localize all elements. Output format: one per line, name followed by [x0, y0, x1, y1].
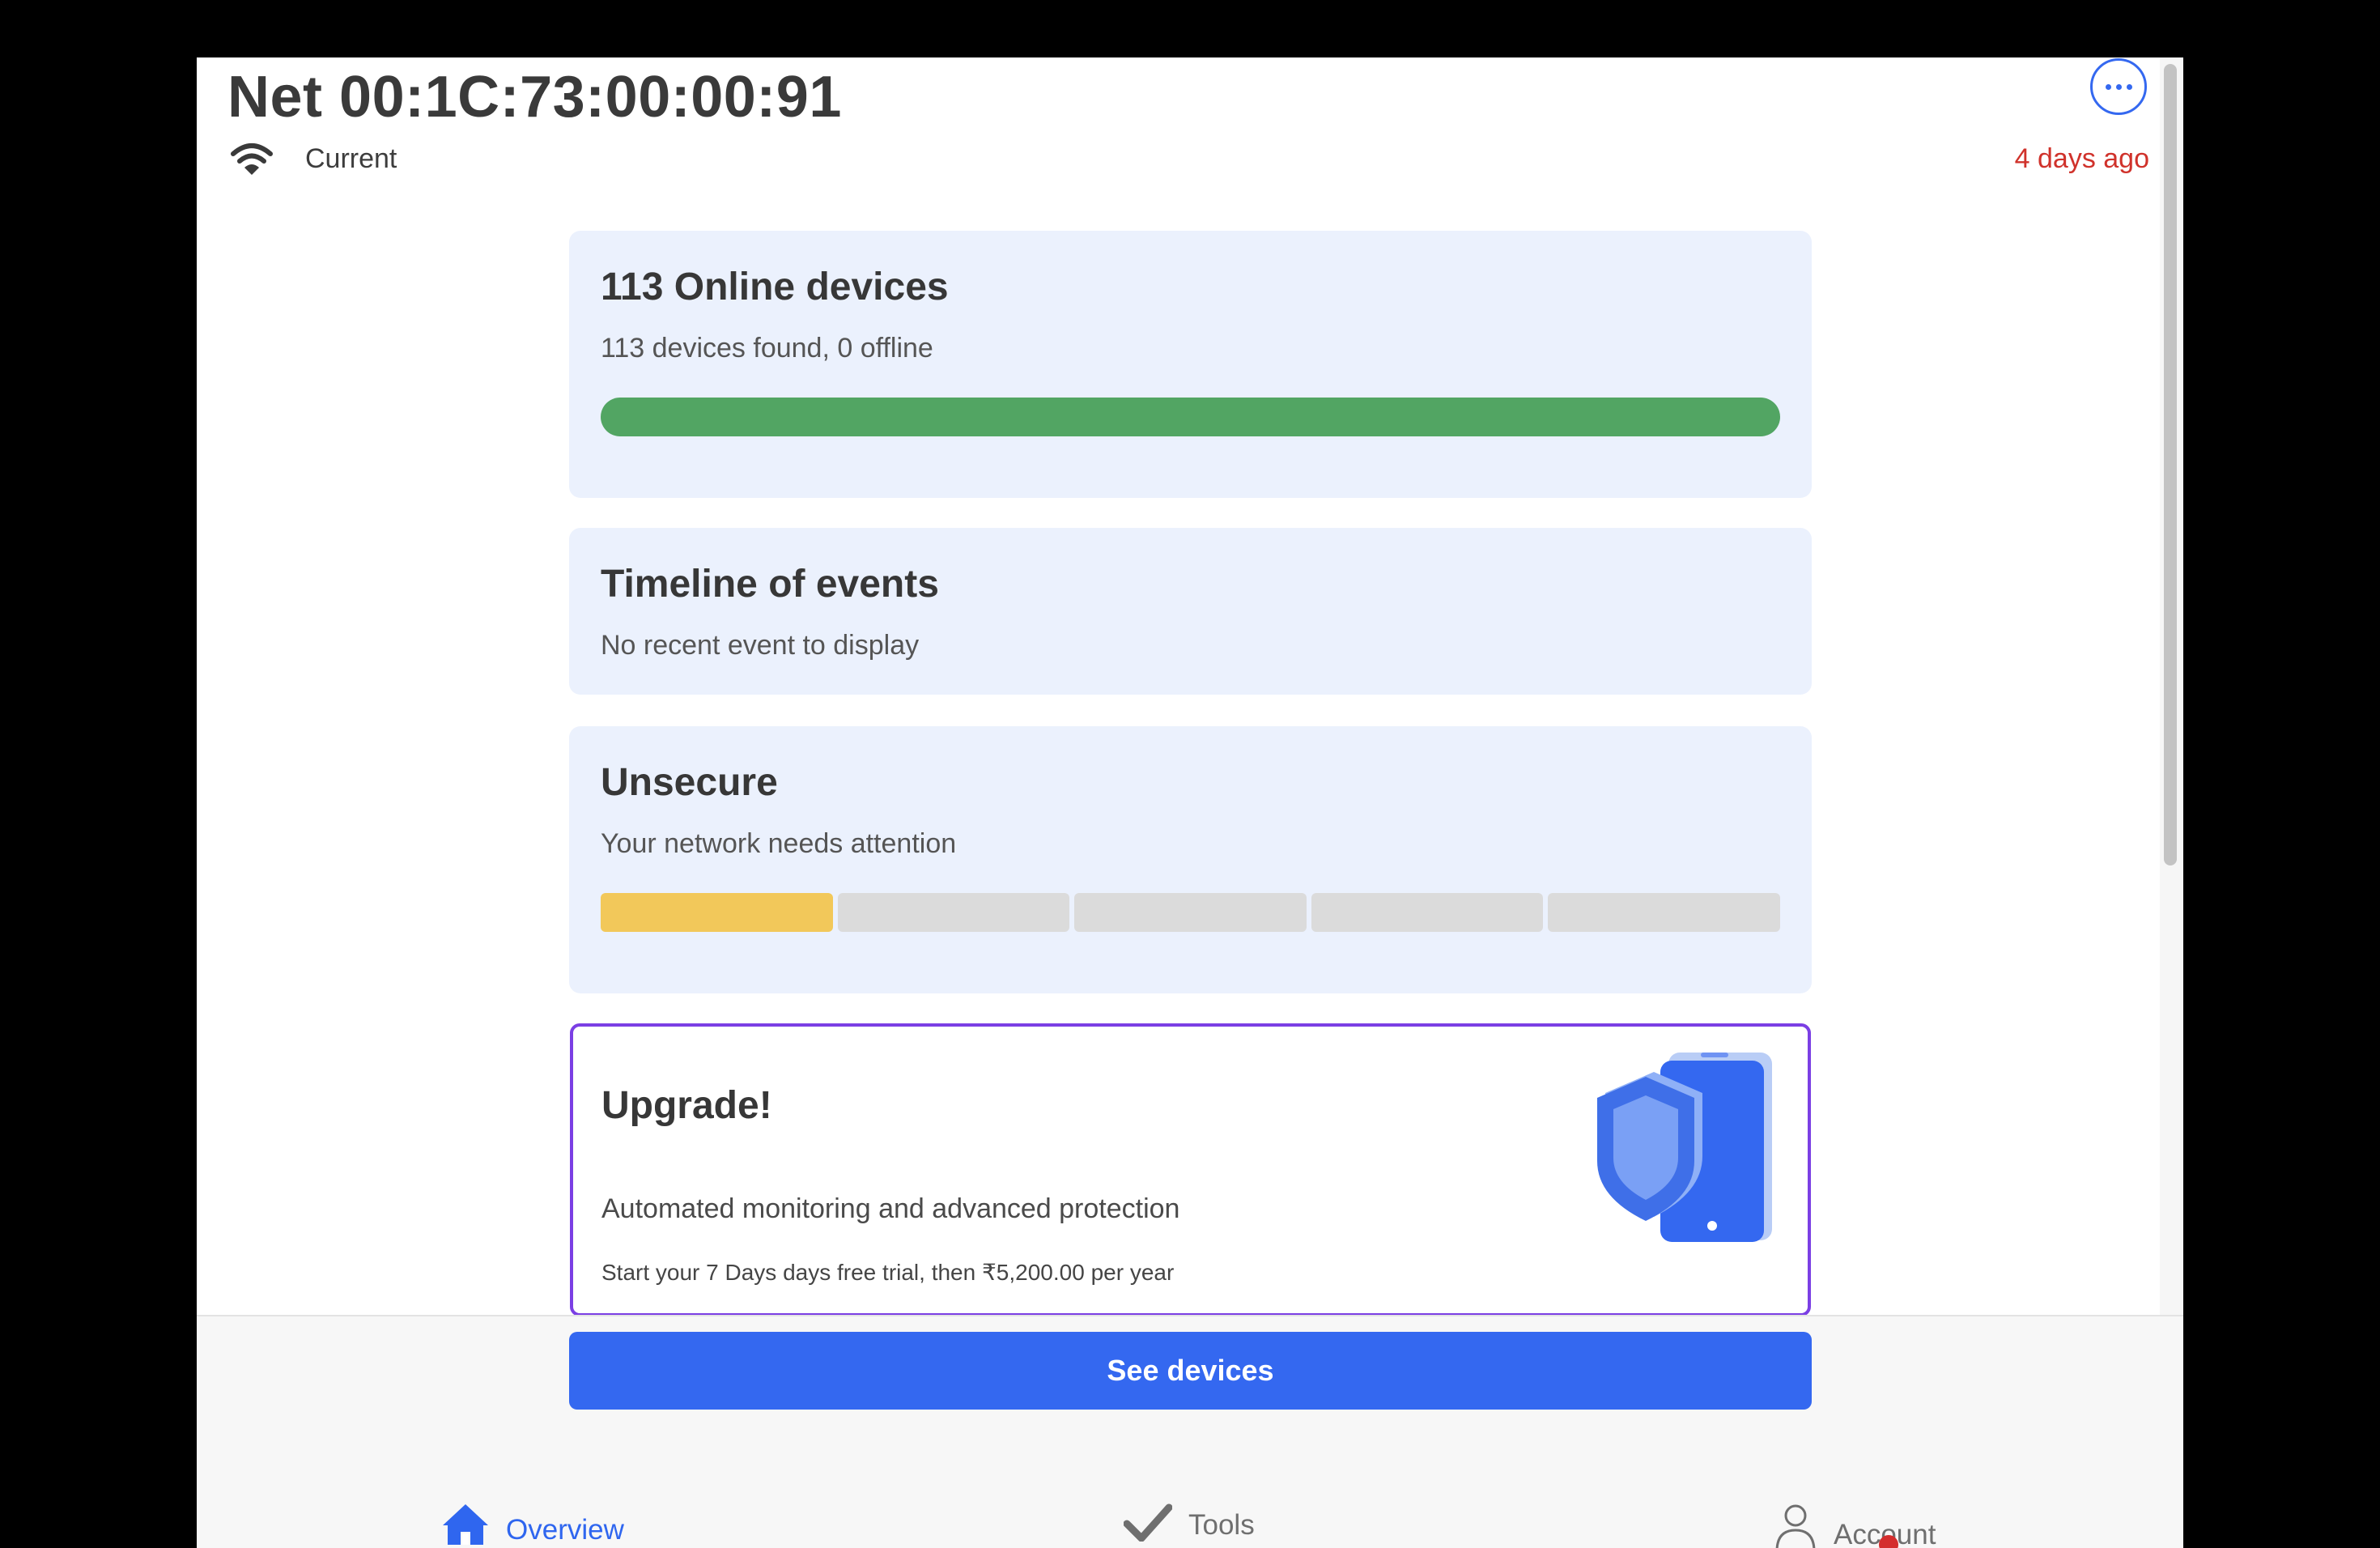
- more-options-icon-dot: [2126, 83, 2132, 90]
- checkmark-icon: [1124, 1503, 1172, 1542]
- nav-tools[interactable]: Tools: [1124, 1503, 1255, 1542]
- online-devices-title: 113 Online devices: [601, 266, 949, 308]
- online-devices-card[interactable]: 113 Online devices 113 devices found, 0 …: [569, 231, 1812, 498]
- app-window: Net 00:1C:73:00:00:91 Current 4 days ago…: [197, 57, 2183, 1548]
- bottom-bar: See devices Overview Tools Account: [197, 1315, 2183, 1548]
- more-options-button[interactable]: [2090, 58, 2147, 115]
- person-icon: [1775, 1504, 1816, 1548]
- trial-pricing-text: Start your 7 Days days free trial, then …: [601, 1260, 1175, 1285]
- security-level-meter: [601, 893, 1780, 932]
- timeline-card[interactable]: Timeline of events No recent event to di…: [569, 528, 1812, 695]
- security-status-message: Your network needs attention: [601, 828, 957, 859]
- security-level-segment: [837, 893, 1070, 932]
- upgrade-title: Upgrade!: [601, 1084, 772, 1127]
- security-status-card[interactable]: Unsecure Your network needs attention: [569, 726, 1812, 993]
- scrollbar-thumb[interactable]: [2164, 64, 2177, 865]
- see-devices-button[interactable]: See devices: [569, 1332, 1812, 1410]
- nav-tools-label: Tools: [1188, 1509, 1255, 1541]
- network-status-label: Current: [305, 143, 397, 174]
- online-devices-progress-bar: [601, 398, 1780, 436]
- online-devices-summary: 113 devices found, 0 offline: [601, 333, 933, 364]
- timeline-title: Timeline of events: [601, 563, 939, 606]
- nav-account[interactable]: Account: [1774, 1503, 1936, 1548]
- more-options-icon-dot: [2115, 83, 2122, 90]
- upgrade-description: Automated monitoring and advanced protec…: [601, 1193, 1180, 1224]
- security-level-segment: [1311, 893, 1544, 932]
- upgrade-card[interactable]: Upgrade! Automated monitoring and advanc…: [570, 1023, 1811, 1316]
- nav-overview-label: Overview: [506, 1514, 624, 1546]
- security-level-segment: [1548, 893, 1780, 932]
- wifi-icon: [231, 143, 273, 175]
- page-title: Net 00:1C:73:00:00:91: [227, 65, 842, 130]
- home-icon: [443, 1504, 488, 1545]
- timeline-empty-message: No recent event to display: [601, 630, 920, 661]
- last-scan-time: 4 days ago: [2014, 143, 2149, 174]
- shield-phone-icon: [1597, 1053, 1772, 1242]
- nav-overview[interactable]: Overview: [441, 1503, 624, 1546]
- security-level-segment: [601, 893, 833, 932]
- security-status-title: Unsecure: [601, 761, 778, 804]
- more-options-icon: [2105, 83, 2111, 90]
- security-level-segment: [1074, 893, 1307, 932]
